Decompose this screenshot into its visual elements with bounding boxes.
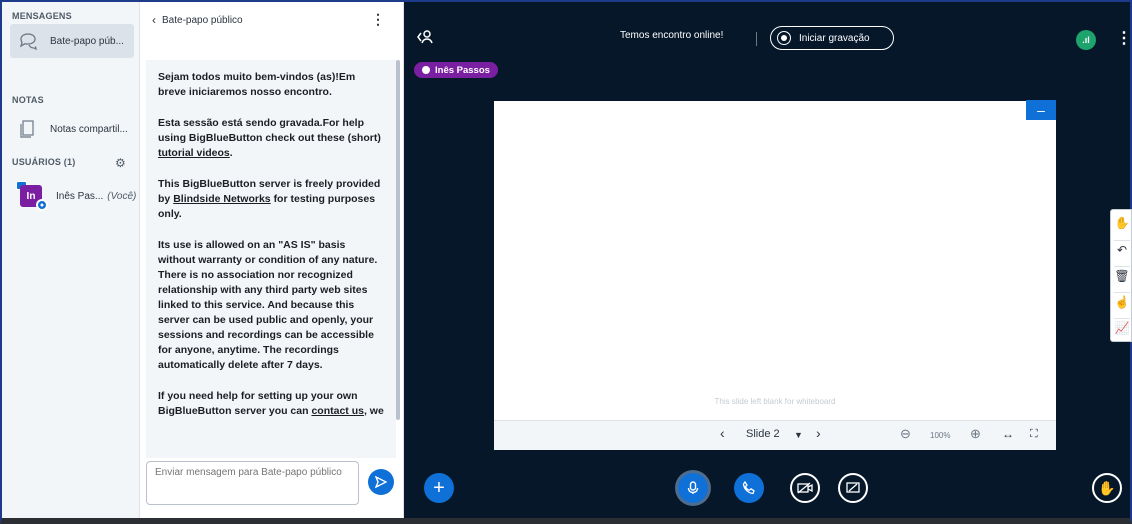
tutorial-videos-link[interactable]: tutorial videos (158, 147, 230, 159)
microphone-button[interactable] (678, 473, 708, 503)
sidebar-item-public-chat[interactable]: Bate-papo púb... (10, 24, 134, 58)
message-text: Esta sessão está sendo gravada.For help … (158, 117, 381, 144)
send-button[interactable] (368, 469, 394, 495)
leave-audio-button[interactable] (734, 473, 764, 503)
send-icon (375, 476, 387, 488)
connection-status-icon[interactable]: .ıl (1076, 30, 1096, 50)
fullscreen-icon[interactable]: ⛶ (1030, 428, 1038, 441)
multi-user-whiteboard-icon[interactable]: ☝ (1114, 292, 1130, 310)
chat-panel: ‹ Bate-papo público ⋮ Sejam todos muito … (140, 2, 404, 518)
zoom-out-icon[interactable]: ⊖ (900, 426, 911, 442)
talker-name: Inês Passos (435, 64, 490, 76)
contact-us-link[interactable]: contact us (311, 405, 364, 417)
screen-share-off-icon (846, 482, 860, 493)
chat-header: ‹ Bate-papo público (140, 2, 404, 38)
more-options-icon[interactable]: ⋮ (371, 12, 385, 26)
slide-selector[interactable]: Slide 2 (746, 428, 780, 440)
next-slide-icon[interactable]: › (816, 425, 821, 441)
gear-icon[interactable]: ⚙ (115, 156, 126, 170)
fit-width-icon[interactable]: ↔ (1002, 427, 1014, 441)
message-paragraph: Esta sessão está sendo gravada.For help … (158, 117, 381, 159)
share-webcam-button[interactable] (790, 473, 820, 503)
hand-tool-icon[interactable]: ✋ (1114, 214, 1130, 232)
message-paragraph: This BigBlueButton server is freely prov… (158, 177, 384, 222)
meeting-title: Temos encontro online! (620, 30, 724, 41)
messages-section-title: MENSAGENS (12, 11, 72, 21)
raise-hand-button[interactable]: ✋ (1092, 473, 1122, 503)
message-text: Sejam todos muito bem-vindos (as)!Em bre… (158, 71, 356, 98)
microphone-icon: ● (36, 199, 48, 211)
presentation-toolbar: ‹ Slide 2 ▼ › ⊖ 100% ⊕ ↔ ⛶ (494, 420, 1056, 450)
users-section-title: USUÁRIOS (1) (12, 157, 76, 167)
sidebar-item-label: Notas compartil... (50, 123, 128, 135)
user-list-item[interactable]: Inês Pas... (Você) (56, 191, 136, 202)
record-button[interactable]: Iniciar gravação (770, 26, 894, 50)
message-paragraph: If you need help for setting up your own… (158, 389, 384, 419)
chevron-left-icon[interactable]: ‹ (152, 13, 156, 27)
chat-message-list: Sejam todos muito bem-vindos (as)!Em bre… (146, 60, 396, 458)
microphone-icon (687, 481, 699, 494)
zoom-level[interactable]: 100% (930, 431, 950, 440)
share-screen-button[interactable] (838, 473, 868, 503)
phone-icon (742, 481, 755, 495)
notes-section-title: NOTAS (12, 95, 44, 105)
chat-bubble-icon (16, 29, 40, 53)
hand-icon: ✋ (1098, 479, 1116, 496)
options-menu-icon[interactable]: ⋮ (1116, 28, 1132, 48)
undo-icon[interactable]: ↶ (1114, 240, 1130, 258)
slide-caption: This slide left blank for whiteboard (714, 397, 836, 406)
chat-title[interactable]: Bate-papo público (162, 15, 243, 26)
blindside-networks-link[interactable]: Blindside Networks (173, 193, 270, 205)
talking-indicator[interactable]: Inês Passos (414, 62, 498, 78)
chart-icon[interactable]: 📈 (1114, 318, 1130, 336)
microphone-icon (422, 66, 430, 74)
whiteboard-toolbar: ✋ ↶ 🗑 ☝ 📈 (1110, 209, 1132, 342)
minimize-presentation-button[interactable]: – (1026, 100, 1056, 120)
user-you-label: (Você) (107, 191, 137, 202)
toggle-userlist-icon[interactable] (416, 28, 434, 51)
message-text: Its use is allowed on an "AS IS" basis w… (158, 239, 378, 371)
trash-icon[interactable]: 🗑 (1114, 266, 1130, 284)
actions-plus-button[interactable]: + (424, 473, 454, 503)
chat-message-input[interactable] (146, 461, 359, 505)
sidebar-item-label: Bate-papo púb... (50, 35, 124, 47)
welcome-message: Sejam todos muito bem-vindos (as)!Em bre… (146, 60, 396, 419)
chat-scrollbar[interactable] (396, 60, 400, 420)
header-divider (756, 32, 757, 46)
message-text: , we (363, 405, 384, 417)
record-label: Iniciar gravação (799, 32, 870, 44)
record-icon (777, 31, 791, 45)
document-icon (16, 117, 40, 141)
sidebar-item-shared-notes[interactable]: Notas compartil... (10, 112, 134, 146)
user-name: Inês Pas... (56, 191, 104, 202)
chevron-down-icon[interactable]: ▼ (794, 430, 803, 440)
presentation-slide[interactable]: This slide left blank for whiteboard (494, 101, 1056, 420)
zoom-in-icon[interactable]: ⊕ (970, 426, 981, 442)
previous-slide-icon[interactable]: ‹ (720, 425, 725, 441)
camera-off-icon (797, 482, 813, 494)
left-sidebar: MENSAGENS Bate-papo púb... NOTAS Notas c… (2, 2, 140, 518)
main-area: Temos encontro online! Iniciar gravação … (404, 2, 1132, 518)
